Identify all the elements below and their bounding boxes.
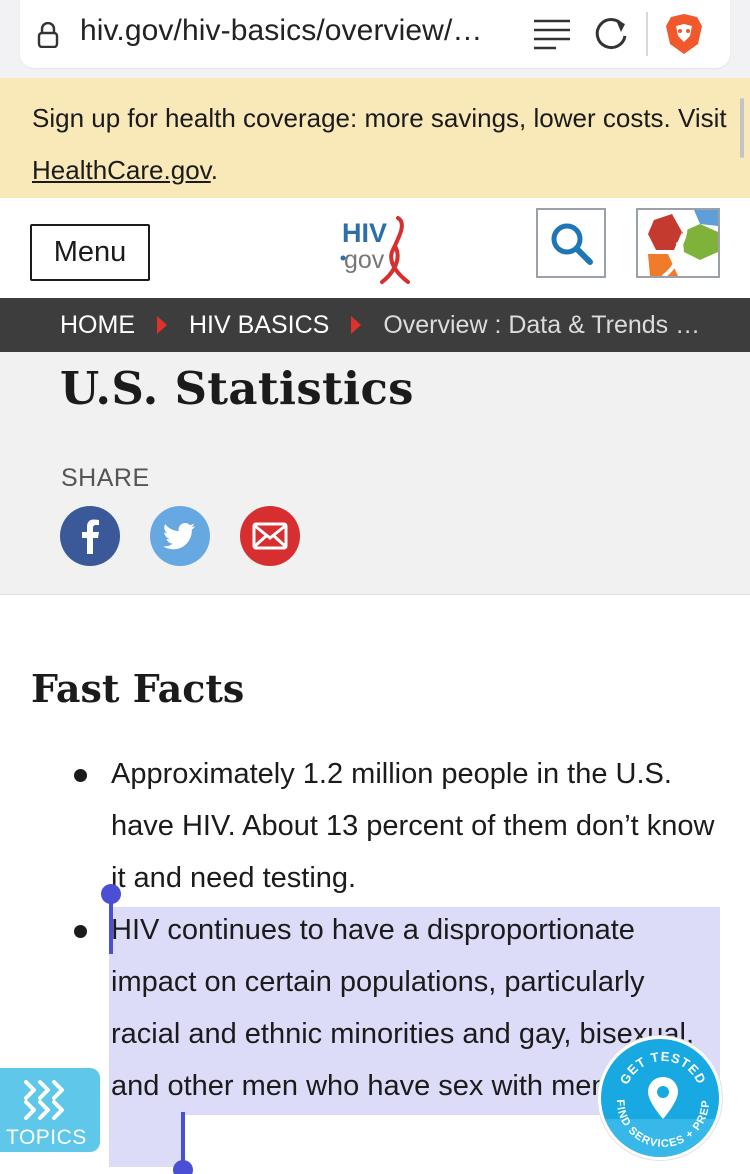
bullet-icon xyxy=(74,925,87,938)
page-title: U.S. Statistics xyxy=(60,362,414,415)
share-buttons xyxy=(60,506,300,566)
selection-end-handle-knob[interactable] xyxy=(173,1160,193,1174)
healthcare-gov-link[interactable]: HealthCare.gov xyxy=(32,155,211,185)
fast-facts-heading: Fast Facts xyxy=(31,666,245,711)
page-title-area: U.S. Statistics SHARE xyxy=(0,352,750,595)
address-bar[interactable]: hiv.gov/hiv-basics/overview/… xyxy=(20,0,730,68)
facebook-share-button[interactable] xyxy=(60,506,120,566)
chevron-right-icon xyxy=(351,316,362,334)
selection-start-handle-knob[interactable] xyxy=(101,884,121,904)
lock-icon xyxy=(37,22,59,48)
twitter-icon xyxy=(163,523,195,550)
search-button[interactable] xyxy=(536,208,606,278)
brave-shield-icon[interactable] xyxy=(664,12,704,56)
breadcrumb-home[interactable]: HOME xyxy=(60,311,135,340)
hiv-topics-button[interactable] xyxy=(636,208,720,278)
breadcrumb-current: Overview : Data & Trends … xyxy=(383,310,701,339)
banner-scrollbar[interactable] xyxy=(740,98,744,158)
bullet-icon xyxy=(74,769,87,782)
search-icon xyxy=(551,223,593,265)
site-header: Menu HIV gov xyxy=(0,198,750,298)
banner-text: Sign up for health coverage: more saving… xyxy=(32,103,727,133)
banner-message: Sign up for health coverage: more saving… xyxy=(32,92,730,196)
browser-toolbar: hiv.gov/hiv-basics/overview/… xyxy=(0,0,750,78)
email-share-button[interactable] xyxy=(240,506,300,566)
list-item: Approximately 1.2 million people in the … xyxy=(0,748,750,904)
facebook-icon xyxy=(82,519,99,554)
toolbar-divider xyxy=(646,12,648,56)
get-tested-badge: GET TESTED FIND SERVICES + PREP xyxy=(601,1049,719,1157)
banner-suffix: . xyxy=(210,155,218,185)
hexagon-ribbon-icon xyxy=(648,210,718,276)
logo-gov-text: gov xyxy=(344,246,385,274)
reload-icon[interactable] xyxy=(592,16,630,52)
hiv-gov-logo[interactable]: HIV gov xyxy=(338,212,418,286)
text-selection-highlight-end xyxy=(109,1115,185,1167)
menu-button[interactable]: Menu xyxy=(30,224,150,281)
url-text[interactable]: hiv.gov/hiv-basics/overview/… xyxy=(80,14,482,48)
topics-drawer-button[interactable]: TOPICS xyxy=(0,1068,100,1152)
twitter-share-button[interactable] xyxy=(150,506,210,566)
health-coverage-banner: Sign up for health coverage: more saving… xyxy=(0,78,750,198)
triple-chevron-icon xyxy=(24,1080,64,1120)
reader-mode-icon[interactable] xyxy=(532,17,572,51)
topics-label: TOPICS xyxy=(6,1126,87,1149)
chevron-right-icon xyxy=(157,316,167,334)
fact-text: Approximately 1.2 million people in the … xyxy=(111,758,715,894)
breadcrumb: HOME HIV BASICS Overview : Data & Trends… xyxy=(0,298,750,352)
share-label: SHARE xyxy=(61,464,150,492)
logo-hiv-text: HIV xyxy=(342,218,387,248)
get-tested-button[interactable]: GET TESTED FIND SERVICES + PREP xyxy=(598,1036,722,1160)
email-icon xyxy=(252,522,288,550)
breadcrumb-hiv-basics[interactable]: HIV BASICS xyxy=(189,311,329,340)
